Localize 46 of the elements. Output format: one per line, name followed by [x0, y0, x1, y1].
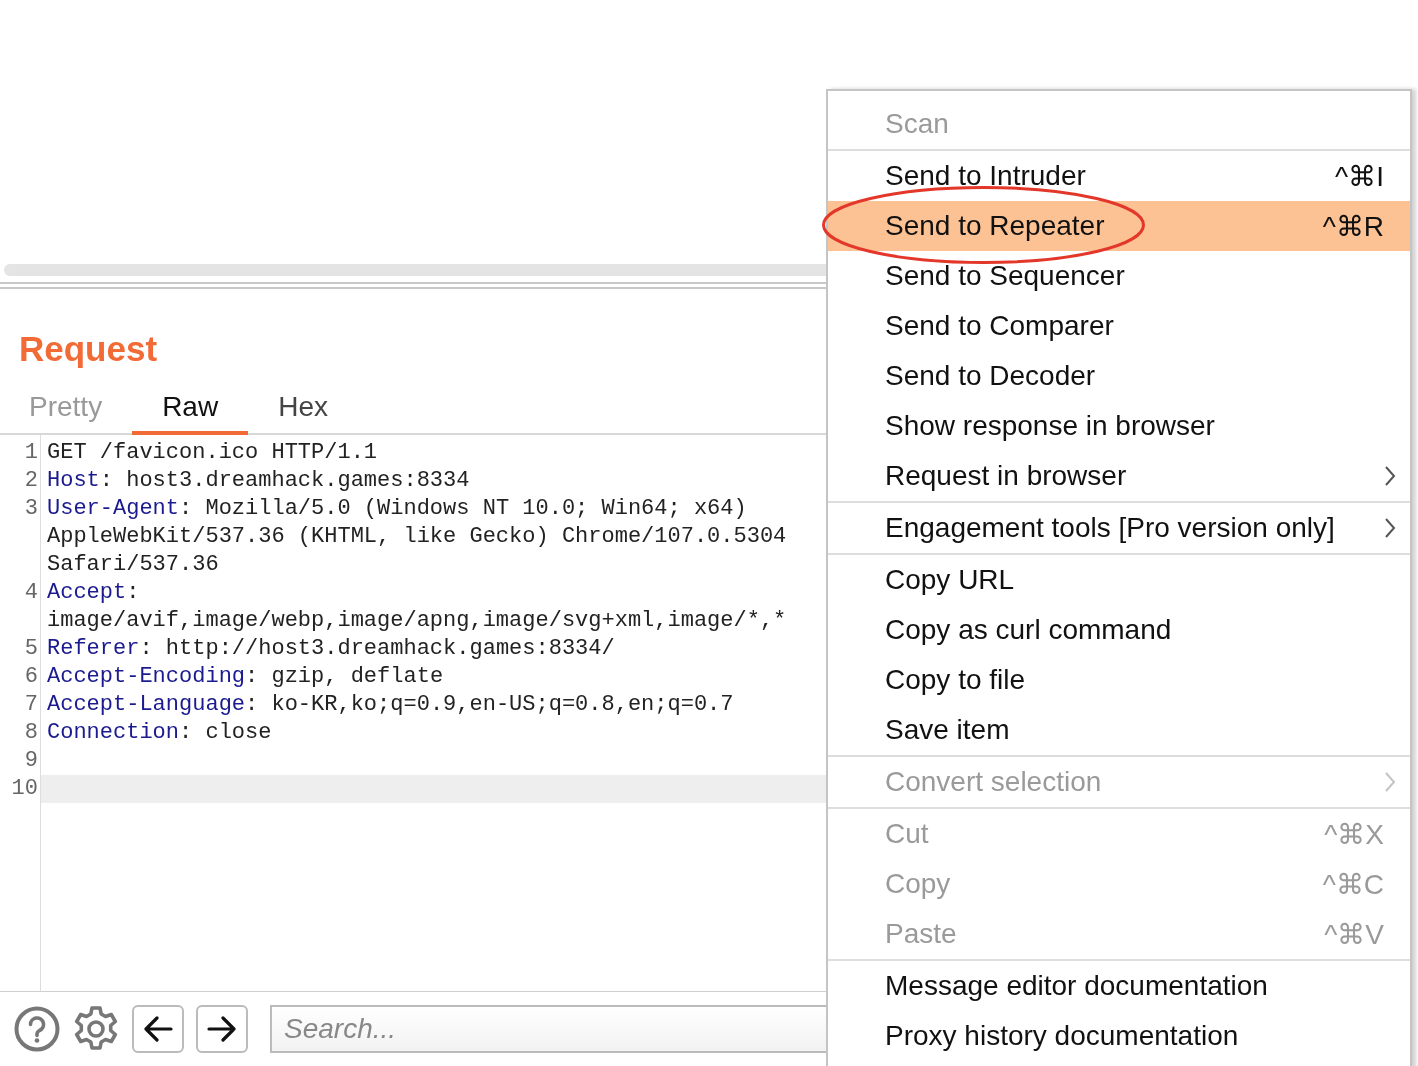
menu-item[interactable]: Send to Sequencer [828, 251, 1410, 301]
code-line: Host: host3.dreamhack.games:8334 [46, 467, 471, 495]
code-line: Referer: http://host3.dreamhack.games:8334/ [46, 635, 616, 663]
code-line: Accept-Language: ko-KR,ko;q=0.9,en-US;q=0.8,en;q=0.7 [46, 691, 735, 719]
line-number: 9 [23, 747, 39, 775]
line-number: 8 [23, 719, 39, 747]
editor-tab[interactable]: Raw [132, 383, 249, 435]
menu-item[interactable]: Copy to file [828, 655, 1410, 705]
line-number: 3 [23, 495, 39, 523]
code-line: User-Agent: Mozilla/5.0 (Windows NT 10.0; Win64; x64) [46, 495, 748, 523]
line-number: 4 [23, 579, 39, 607]
code-line: GET /favicon.ico HTTP/1.1 [46, 439, 379, 467]
panel-title: Request [19, 328, 159, 370]
menu-item[interactable]: Show response in browser [828, 401, 1410, 451]
code-line: Accept: [46, 579, 141, 607]
forward-button[interactable] [196, 1005, 248, 1053]
settings-icon[interactable] [72, 1005, 120, 1053]
line-number: 5 [23, 635, 39, 663]
left-arrow-icon [143, 1016, 173, 1042]
line-number: 2 [23, 467, 39, 495]
menu-item[interactable]: Request in browser [828, 451, 1410, 501]
menu-item[interactable]: Copy URL [828, 555, 1410, 605]
code-line: Accept-Encoding: gzip, deflate [46, 663, 445, 691]
line-number: 10 [10, 775, 39, 803]
code-line: Safari/537.36 [46, 551, 220, 579]
menu-item[interactable]: Save item [828, 705, 1410, 755]
code-line: Connection: close [46, 719, 273, 747]
right-arrow-icon [207, 1016, 237, 1042]
menu-item[interactable]: Proxy history documentation [828, 1011, 1410, 1061]
menu-item[interactable]: Send to Comparer [828, 301, 1410, 351]
menu-item[interactable]: Message editor documentation [828, 961, 1410, 1011]
help-icon[interactable] [14, 1006, 60, 1052]
menu-item[interactable]: Engagement tools [Pro version only] [828, 503, 1410, 553]
back-button[interactable] [132, 1005, 184, 1053]
line-number: 6 [23, 663, 39, 691]
code-line: AppleWebKit/537.36 (KHTML, like Gecko) Chrome/107.0.5304 [46, 523, 788, 551]
menu-item[interactable]: Send to Repeater ^⌘R [828, 201, 1410, 251]
horizontal-scrollbar[interactable] [4, 264, 826, 276]
line-number: 1 [23, 439, 39, 467]
line-number: 7 [23, 691, 39, 719]
search-field[interactable]: Search... [270, 1005, 826, 1053]
menu-item[interactable]: Send to Intruder ^⌘I [828, 151, 1410, 201]
menu-item[interactable]: Copy as curl command [828, 605, 1410, 655]
editor-tab[interactable]: Hex [259, 383, 347, 435]
code-line: image/avif,image/webp,image/apng,image/svg+xml,image/*,* [46, 607, 788, 635]
menu-item[interactable]: Send to Decoder [828, 351, 1410, 401]
